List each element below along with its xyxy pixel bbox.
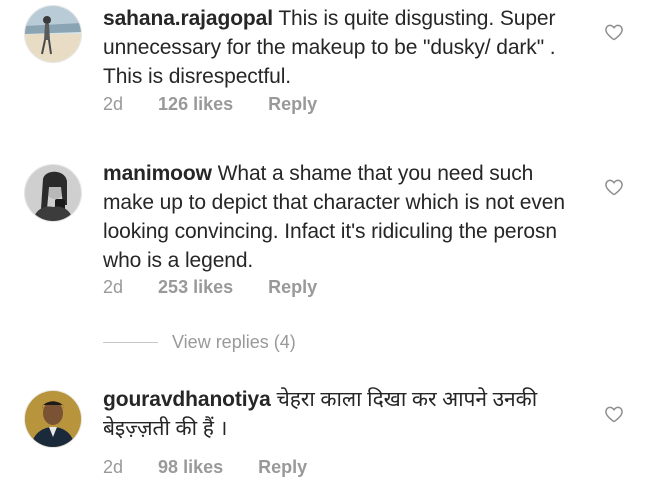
avatar-image [25,165,81,221]
avatar-image [25,391,81,447]
comment-timestamp: 2d [103,457,124,477]
view-replies-label: View replies (4) [172,331,296,352]
comment-timestamp: 2d [103,94,124,114]
comment-username[interactable]: gouravdhanotiya [103,388,271,411]
avatar-image [25,6,81,62]
comment-username[interactable]: manimoow [103,162,212,185]
reply-button[interactable]: Reply [268,94,317,115]
heart-outline-icon[interactable] [604,177,624,197]
reply-button[interactable]: Reply [268,277,317,298]
avatar[interactable] [24,164,82,222]
avatar[interactable] [24,5,82,63]
avatar[interactable] [24,390,82,448]
comment-timestamp: 2d [103,277,124,297]
like-count[interactable]: 126 likes [158,94,233,115]
heart-outline-icon[interactable] [604,404,624,424]
view-replies-button[interactable]: View replies (4) [103,331,296,353]
heart-outline-icon[interactable] [604,22,624,42]
reply-button[interactable]: Reply [258,457,307,478]
like-count[interactable]: 98 likes [158,457,223,478]
replies-divider-line [103,341,158,343]
like-count[interactable]: 253 likes [158,277,233,298]
comment-username[interactable]: sahana.rajagopal [103,7,273,30]
